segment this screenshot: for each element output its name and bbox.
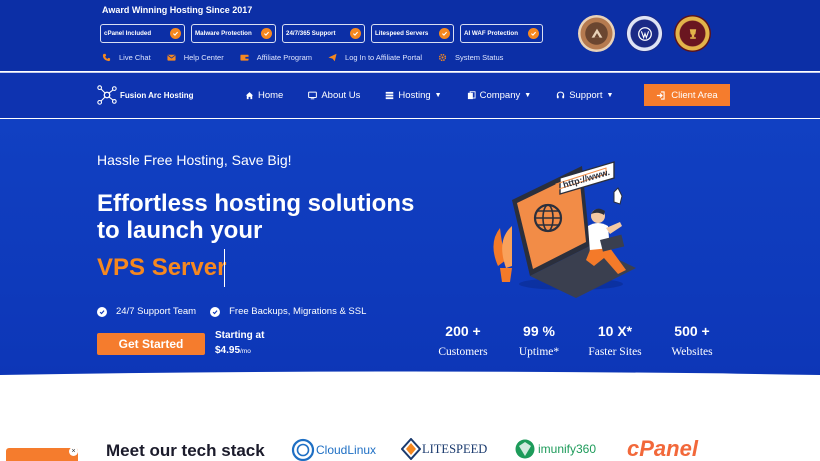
- affiliate-program-link[interactable]: Affiliate Program: [240, 53, 312, 62]
- chevron-down-icon: ▼: [606, 92, 614, 99]
- chevron-down-icon: ▼: [524, 92, 532, 99]
- phone-icon: [102, 53, 111, 62]
- wordpress-seal-icon: [626, 15, 663, 52]
- cloudlinux-logo: CloudLinux: [291, 438, 376, 461]
- stat-websites: 500 + Websites: [671, 323, 713, 358]
- cloud-icon: [291, 438, 315, 461]
- tech-stack-title: Meet our tech stack: [106, 441, 265, 460]
- badge-cpanel: cPanel Included: [100, 24, 185, 43]
- client-area-button[interactable]: Client Area: [644, 84, 730, 106]
- stat-uptime: 99 % Uptime*: [518, 323, 560, 358]
- brand-logo[interactable]: Fusion Arc Hosting: [96, 84, 193, 106]
- help-center-link[interactable]: Help Center: [167, 53, 224, 62]
- price-unit: /mo: [240, 348, 251, 355]
- nav-items: Home About Us Hosting ▼ Company ▼ Suppor…: [245, 90, 638, 101]
- stat-speed: 10 X* Faster Sites: [588, 323, 642, 358]
- cpanel-logo: cPanel: [627, 436, 698, 461]
- network-logo-icon: [97, 85, 117, 105]
- envelope-icon: [167, 54, 176, 61]
- feature-badges: cPanel Included Malware Protection 24/7/…: [100, 24, 543, 43]
- litespeed-logo: LITESPEED: [401, 438, 487, 460]
- nav-support[interactable]: Support ▼: [556, 90, 613, 101]
- server-icon: [386, 91, 394, 100]
- settings-icon: [438, 53, 447, 62]
- price-value: $4.95: [215, 345, 241, 356]
- typing-cursor: [224, 249, 225, 287]
- system-status-link[interactable]: System Status: [438, 53, 503, 62]
- hero-illustration: http://www.: [493, 161, 636, 298]
- login-icon: [657, 90, 665, 100]
- close-icon[interactable]: ×: [69, 447, 78, 456]
- trophy-seal-icon: [674, 15, 711, 52]
- shield-icon: [515, 439, 535, 459]
- affiliate-login-link[interactable]: Log In to Affiliate Portal: [328, 53, 422, 62]
- hero-highlight: VPS Server: [97, 254, 227, 281]
- award-text: Award Winning Hosting Since 2017: [102, 5, 253, 15]
- headset-icon: [557, 91, 565, 99]
- top-links: Live Chat Help Center Affiliate Program …: [102, 53, 519, 62]
- top-bar: Award Winning Hosting Since 2017 cPanel …: [0, 0, 820, 71]
- starting-price: Starting at $4.95/mo: [215, 330, 265, 356]
- check-icon: [528, 28, 539, 39]
- nav-about[interactable]: About Us: [308, 90, 360, 101]
- award-seals: [578, 15, 711, 52]
- get-started-button[interactable]: Get Started: [97, 333, 205, 355]
- check-icon: [170, 28, 181, 39]
- hero-stats: 200 + Customers 99 % Uptime* 10 X* Faste…: [428, 323, 734, 358]
- diamond-icon: [401, 438, 421, 460]
- badge-malware: Malware Protection: [191, 24, 276, 43]
- stat-customers: 200 + Customers: [438, 323, 488, 358]
- hero-headline: Effortless hosting solutions to launch y…: [97, 190, 415, 244]
- check-circle-icon: [210, 306, 221, 317]
- feature-item: Free Backups, Migrations & SSL: [210, 306, 366, 317]
- feature-item: 24/7 Support Team: [97, 306, 196, 317]
- hero-tagline: Hassle Free Hosting, Save Big!: [97, 152, 292, 168]
- hero-features: 24/7 Support Team Free Backups, Migratio…: [97, 306, 380, 317]
- send-icon: [328, 53, 337, 62]
- nav-home[interactable]: Home: [245, 90, 283, 101]
- imunify-logo: imunify360: [514, 438, 596, 460]
- check-icon: [350, 28, 361, 39]
- chat-chip[interactable]: [6, 448, 78, 461]
- live-chat-link[interactable]: Live Chat: [102, 53, 151, 62]
- badge-waf: AI WAF Protection: [460, 24, 543, 43]
- award-seal-icon: [578, 15, 615, 52]
- documents-icon: [467, 91, 476, 100]
- badge-support: 24/7/365 Support: [282, 24, 365, 43]
- check-circle-icon: [97, 306, 107, 317]
- badge-litespeed: Litespeed Servers: [371, 24, 454, 43]
- check-icon: [439, 28, 450, 39]
- main-nav: Fusion Arc Hosting Home About Us Hosting…: [0, 72, 820, 118]
- check-icon: [261, 28, 272, 39]
- home-icon: [245, 92, 254, 100]
- brand-name: Fusion Arc Hosting: [120, 90, 194, 100]
- nav-company[interactable]: Company ▼: [467, 90, 532, 101]
- nav-hosting[interactable]: Hosting ▼: [385, 90, 442, 101]
- chevron-down-icon: ▼: [434, 92, 442, 99]
- monitor-icon: [308, 91, 318, 100]
- wallet-icon: [240, 54, 249, 61]
